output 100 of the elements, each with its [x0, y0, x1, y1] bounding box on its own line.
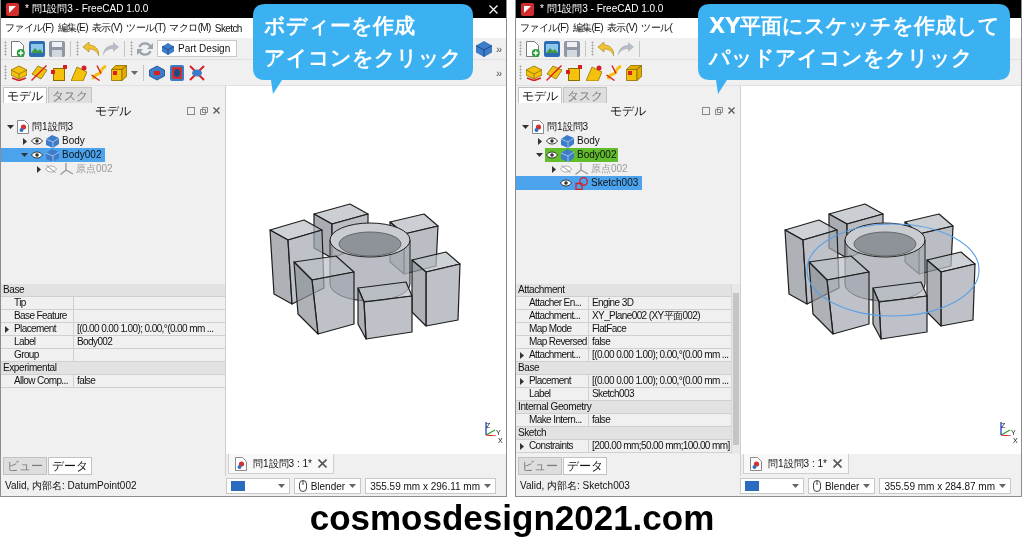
eye-icon[interactable] [31, 137, 43, 145]
overlap-squares-icon[interactable] [200, 106, 208, 115]
slashed-block-icon[interactable] [546, 64, 562, 81]
caret-down-icon[interactable] [536, 153, 543, 157]
hole-block-icon[interactable] [169, 64, 185, 81]
cube-icon[interactable] [626, 64, 642, 81]
navigation-dropdown[interactable]: Blender [807, 478, 876, 494]
caret-down-icon[interactable] [21, 153, 28, 157]
overlap-squares-icon[interactable] [715, 106, 723, 115]
block-arrow-icon[interactable] [526, 64, 542, 81]
save-icon[interactable] [564, 40, 580, 57]
caret-right-icon[interactable] [22, 137, 27, 145]
new-file-icon[interactable] [526, 40, 540, 57]
curve-icon[interactable] [606, 64, 622, 81]
property-value[interactable]: false [74, 375, 225, 387]
crossed-disc-icon[interactable] [189, 64, 205, 81]
workbench-dropdown[interactable]: Part Design [157, 40, 238, 57]
toolbar-handle[interactable] [4, 65, 7, 80]
caret-down-icon[interactable] [522, 125, 529, 129]
toolbar-handle[interactable] [591, 41, 594, 56]
overflow-button[interactable]: » [495, 66, 502, 79]
eye-icon[interactable] [560, 179, 572, 187]
eye-slash-icon[interactable] [560, 165, 572, 173]
property-value[interactable]: false [589, 336, 731, 348]
square-icon[interactable] [187, 106, 195, 115]
style-dropdown[interactable] [739, 478, 804, 494]
toolbar-handle[interactable] [130, 41, 133, 56]
tree-item[interactable]: Body [1, 134, 89, 148]
cut-block-icon[interactable] [149, 64, 165, 81]
navigation-dropdown[interactable]: Blender [293, 478, 362, 494]
tree-item[interactable]: Body [516, 134, 604, 148]
slashed-block-icon[interactable] [31, 64, 47, 81]
eye-icon[interactable] [546, 151, 558, 159]
curve-icon[interactable] [91, 64, 107, 81]
save-icon[interactable] [49, 40, 65, 57]
menu-item[interactable]: 表示(V) [605, 21, 639, 35]
document-tab[interactable]: 問1設問3 : 1* [743, 454, 849, 474]
tree-item[interactable]: 問1設問3 [1, 120, 78, 134]
new-file-icon[interactable] [11, 40, 25, 57]
square-icon[interactable] [702, 106, 710, 115]
tab[interactable]: データ [48, 457, 92, 475]
block-icon[interactable] [475, 40, 492, 57]
tab[interactable]: モデル [3, 87, 47, 103]
overflow-button[interactable]: » [495, 42, 502, 55]
close-icon[interactable] [728, 107, 735, 114]
wedge-block-icon[interactable] [71, 64, 87, 81]
dimension-dropdown[interactable]: 355.59 mm x 284.87 mm [879, 478, 1011, 494]
property-value[interactable]: false [589, 414, 731, 426]
close-icon[interactable] [317, 459, 327, 468]
toolbar-handle[interactable] [519, 41, 522, 56]
style-dropdown[interactable] [225, 478, 290, 494]
property-value[interactable]: Body002 [74, 336, 225, 348]
caret-right-icon[interactable] [520, 442, 524, 450]
wedge-block-icon[interactable] [586, 64, 602, 81]
menu-item[interactable]: ツール(T) [125, 21, 167, 35]
toolbar-handle[interactable] [519, 65, 522, 80]
menu-item[interactable]: Sketch [213, 22, 243, 34]
toolbar-handle[interactable] [4, 41, 7, 56]
caret-right-icon[interactable] [520, 351, 524, 359]
caret-right-icon[interactable] [537, 137, 542, 145]
block-frame-icon[interactable] [51, 64, 67, 81]
block-arrow-icon[interactable] [11, 64, 27, 81]
menu-item[interactable]: マクロ(M) [168, 21, 212, 35]
menu-item[interactable]: 表示(V) [90, 21, 124, 35]
scrollbar-thumb[interactable] [733, 293, 739, 445]
menu-item[interactable]: ツール( [640, 21, 674, 35]
property-value[interactable]: XY_Plane002 (XY平面002) [589, 310, 731, 322]
close-icon[interactable] [832, 459, 842, 468]
dimension-dropdown[interactable]: 355.59 mm x 296.11 mm [365, 478, 496, 494]
property-value[interactable]: [(0.00 0.00 1.00); 0.00,°(0.00 mm ... [589, 349, 731, 361]
menu-item[interactable]: ファイル(F) [4, 21, 55, 35]
property-value[interactable]: [(0.00 0.00 1.00); 0.00,°(0.00 mm ... [74, 323, 225, 335]
menu-item[interactable]: 編集(E) [571, 21, 604, 35]
caret-down-icon[interactable] [131, 70, 138, 75]
toolbar-handle[interactable] [76, 41, 79, 56]
tree-item[interactable]: 問1設問3 [516, 120, 593, 134]
caret-right-icon[interactable] [551, 165, 556, 173]
property-value[interactable]: Sketch003 [589, 388, 731, 400]
property-value[interactable]: Engine 3D [589, 297, 731, 309]
menu-item[interactable]: 編集(E) [56, 21, 89, 35]
document-tab[interactable]: 問1設問3 : 1* [228, 454, 334, 474]
tab[interactable]: データ [563, 457, 607, 475]
caret-down-icon[interactable] [7, 125, 14, 129]
tree-item[interactable]: Body002 [1, 148, 106, 162]
property-value[interactable]: FlatFace [589, 323, 731, 335]
tree-item[interactable]: Sketch003 [516, 176, 643, 190]
open-file-icon[interactable] [29, 40, 45, 57]
menu-item[interactable]: ファイル(F) [519, 21, 570, 35]
eye-icon[interactable] [546, 137, 558, 145]
property-value[interactable]: [200.00 mm;50.00 mm;100.00 mm] [589, 440, 731, 452]
caret-right-icon[interactable] [36, 165, 41, 173]
property-value[interactable]: [(0.00 0.00 1.00); 0.00,°(0.00 mm ... [589, 375, 731, 387]
caret-right-icon[interactable] [520, 377, 524, 385]
eye-icon[interactable] [31, 151, 43, 159]
block-frame-icon[interactable] [566, 64, 582, 81]
open-file-icon[interactable] [544, 40, 560, 57]
tab[interactable]: モデル [518, 87, 562, 103]
eye-slash-icon[interactable] [45, 165, 57, 173]
caret-right-icon[interactable] [5, 325, 9, 333]
close-icon[interactable] [213, 107, 220, 114]
